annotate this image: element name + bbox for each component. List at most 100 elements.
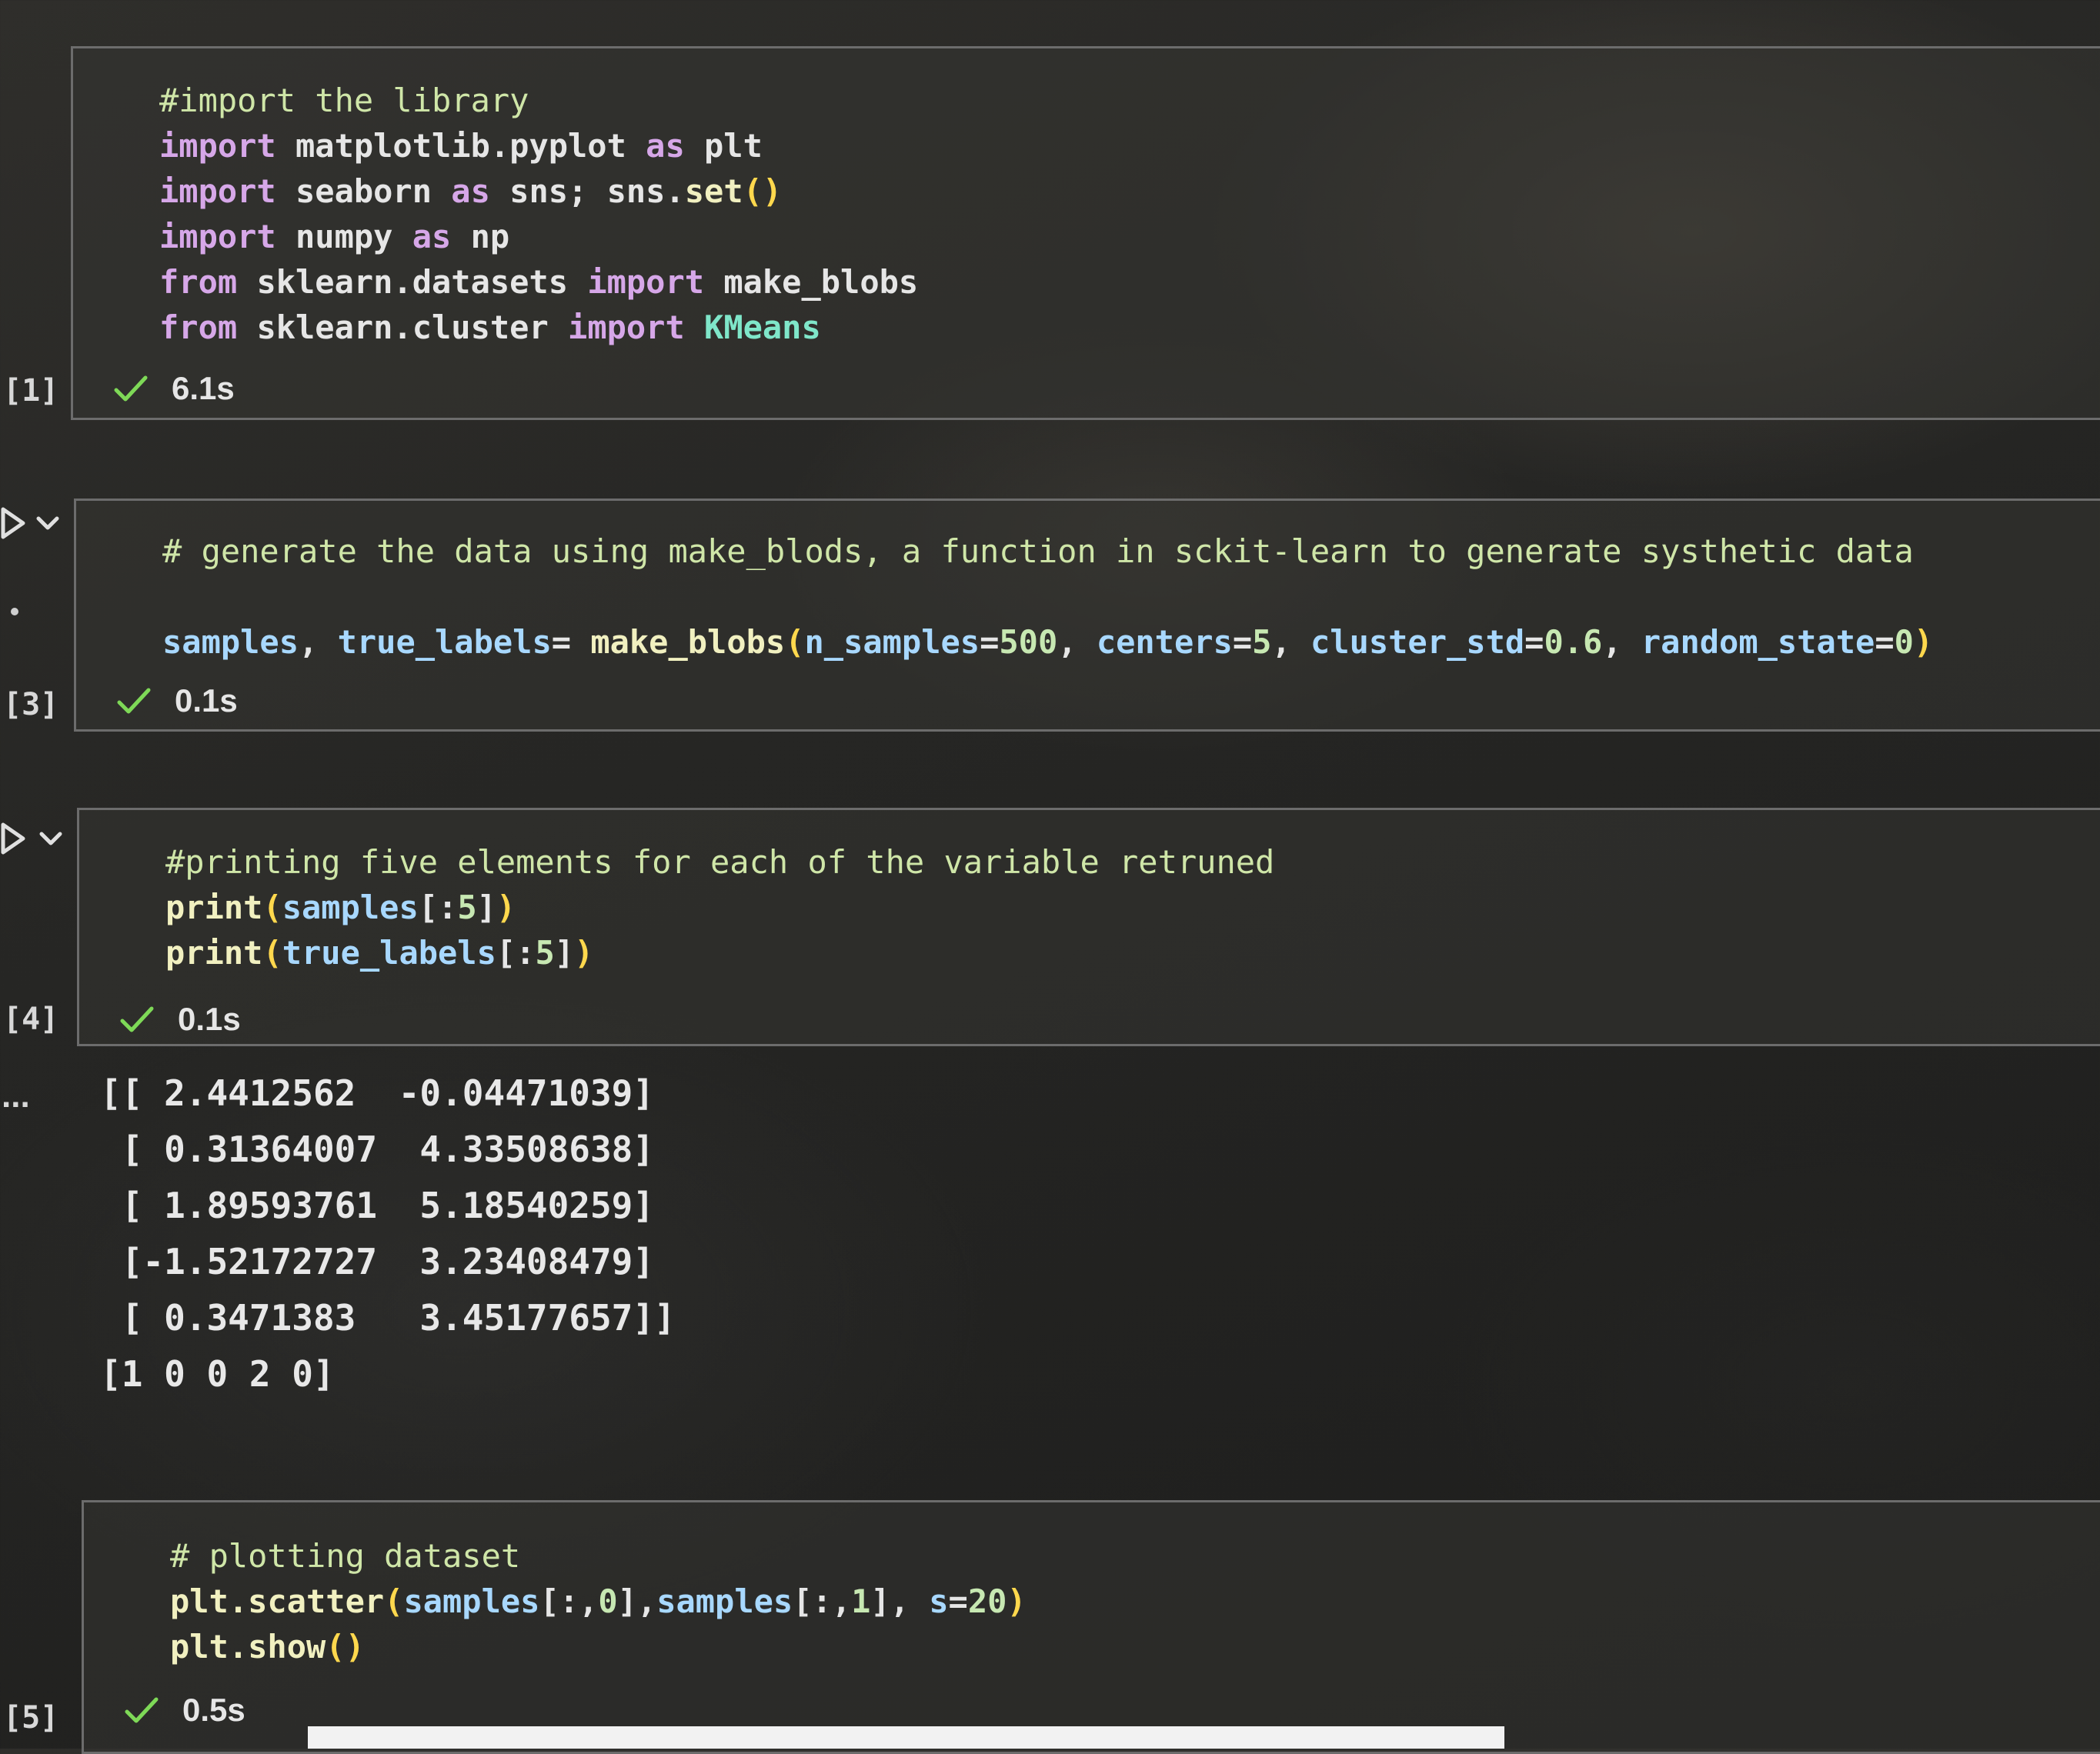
code-token-punc: ] xyxy=(476,889,496,926)
code-line: print(samples[:5]) xyxy=(165,885,1274,930)
code-editor[interactable]: #printing five elements for each of the … xyxy=(165,839,1274,975)
code-token-fn: print xyxy=(165,889,263,926)
cell-output: [[ 2.4412562 -0.04471039] [ 0.31364007 4… xyxy=(100,1065,676,1402)
code-cell-1[interactable]: #import the library import matplotlib.pyp… xyxy=(71,46,2100,420)
code-token-keyword: import xyxy=(159,218,276,255)
execution-count: [5] xyxy=(3,1700,59,1736)
code-token-comment: # generate the data using make_blods, a … xyxy=(162,532,1914,570)
code-token-cls: KMeans xyxy=(684,308,821,346)
code-line: plt.show() xyxy=(170,1624,1027,1669)
code-token-keyword: as xyxy=(451,172,490,210)
code-token-punc: = xyxy=(948,1582,968,1620)
code-token-num: 5 xyxy=(535,934,555,972)
execution-time: 0.5s xyxy=(182,1692,245,1728)
code-token-keyword: from xyxy=(159,263,238,301)
output-line: [ 0.31364007 4.33508638] xyxy=(100,1129,655,1170)
code-token-punc: [:, xyxy=(539,1582,599,1620)
output-line: [1 0 0 2 0] xyxy=(100,1353,335,1395)
code-token-punc: , xyxy=(1602,623,1641,661)
run-cell-button[interactable] xyxy=(0,820,69,859)
output-line: [ 1.89593761 5.18540259] xyxy=(100,1185,655,1226)
code-token-num: 20 xyxy=(967,1582,1007,1620)
code-token-bracket: ) xyxy=(1913,623,1934,661)
code-cell-5[interactable]: # plotting dataset plt.scatter(samples[:,… xyxy=(82,1500,2100,1754)
code-token-fn: set xyxy=(684,172,743,210)
code-token-plain: sns; sns. xyxy=(489,172,685,210)
code-token-punc: , xyxy=(299,623,338,661)
code-token-var: centers xyxy=(1096,623,1233,661)
execution-time: 6.1s xyxy=(172,370,235,406)
code-token-plain: seaborn xyxy=(275,172,452,210)
code-editor[interactable]: # plotting dataset plt.scatter(samples[:,… xyxy=(170,1533,1027,1669)
execution-time: 0.1s xyxy=(178,1001,241,1037)
code-token-bracket: ( xyxy=(384,1582,404,1620)
code-token-bracket: () xyxy=(326,1628,365,1666)
code-token-num: 0 xyxy=(598,1582,618,1620)
code-cell-4[interactable]: #printing five elements for each of the … xyxy=(77,808,2100,1046)
code-token-comment: # plotting dataset xyxy=(170,1537,521,1575)
code-token-var: cluster_std xyxy=(1310,623,1525,661)
code-token-num: 5 xyxy=(457,889,477,926)
checkmark-icon xyxy=(119,1004,155,1035)
cell-dot-marker xyxy=(11,608,18,615)
code-token-punc: ] xyxy=(554,934,575,972)
code-token-bracket: ) xyxy=(496,889,516,926)
code-line: import seaborn as sns; sns.set() xyxy=(159,168,918,214)
code-editor[interactable]: # generate the data using make_blods, a … xyxy=(162,529,1933,665)
output-more-menu[interactable]: ... xyxy=(2,1077,30,1115)
code-token-var: true_labels xyxy=(337,623,552,661)
code-line: samples, true_labels= make_blobs(n_sampl… xyxy=(162,619,1933,665)
code-token-var: true_labels xyxy=(282,934,496,972)
code-token-punc: [:, xyxy=(793,1582,852,1620)
code-token-punc: ], xyxy=(870,1582,930,1620)
execution-count: [1] xyxy=(3,373,59,408)
code-token-plain: sklearn.cluster xyxy=(237,308,569,346)
code-token-var: samples xyxy=(403,1582,540,1620)
code-line: # plotting dataset xyxy=(170,1533,1027,1579)
checkmark-icon xyxy=(124,1695,159,1726)
checkmark-icon xyxy=(113,373,149,404)
output-area-edge xyxy=(308,1726,1504,1749)
output-line: [-1.52172727 3.23408479] xyxy=(100,1241,655,1282)
checkmark-icon xyxy=(116,685,152,716)
code-token-keyword: import xyxy=(159,127,276,165)
code-token-keyword: as xyxy=(646,127,685,165)
code-token-var: s xyxy=(929,1582,949,1620)
code-token-bracket: ) xyxy=(1007,1582,1027,1620)
code-token-punc: ], xyxy=(617,1582,657,1620)
code-line: from sklearn.cluster import KMeans xyxy=(159,305,918,350)
chevron-down-icon xyxy=(36,516,59,530)
code-line: print(true_labels[:5]) xyxy=(165,930,1274,975)
code-token-comment: #import the library xyxy=(159,82,529,119)
code-token-punc: = xyxy=(980,623,1000,661)
cell-status: 0.5s xyxy=(124,1692,245,1729)
code-token-var: n_samples xyxy=(804,623,980,661)
code-token-bracket: ) xyxy=(574,934,594,972)
code-token-fn: plt.scatter xyxy=(170,1582,385,1620)
code-token-punc: = xyxy=(1524,623,1544,661)
run-cell-button[interactable] xyxy=(0,505,69,543)
code-token-plain: sklearn.datasets xyxy=(237,263,588,301)
code-token-var: samples xyxy=(282,889,419,926)
execution-count: [3] xyxy=(3,687,59,722)
code-token-num: 0 xyxy=(1894,623,1914,661)
code-editor[interactable]: #import the library import matplotlib.pyp… xyxy=(159,78,918,350)
chevron-down-icon xyxy=(39,832,62,845)
code-cell-3[interactable]: # generate the data using make_blods, a … xyxy=(74,499,2100,732)
code-token-plain: np xyxy=(451,218,510,255)
code-line: import numpy as np xyxy=(159,214,918,259)
code-token-punc: = xyxy=(1232,623,1253,661)
code-token-comment: #printing five elements for each of the … xyxy=(165,843,1275,881)
play-triangle-icon xyxy=(1,507,25,539)
code-line: #printing five elements for each of the … xyxy=(165,839,1274,885)
code-token-fn: plt.show xyxy=(170,1628,326,1666)
output-line: [ 0.3471383 3.45177657]] xyxy=(100,1297,676,1339)
execution-time: 0.1s xyxy=(175,682,238,719)
code-token-punc: [: xyxy=(418,889,458,926)
code-token-var: random_state xyxy=(1641,623,1875,661)
code-token-fn: print xyxy=(165,934,263,972)
code-token-num: 0.6 xyxy=(1544,623,1603,661)
code-line: from sklearn.datasets import make_blobs xyxy=(159,259,918,305)
code-token-plain: matplotlib.pyplot xyxy=(275,127,646,165)
code-token-bracket: ( xyxy=(785,623,805,661)
